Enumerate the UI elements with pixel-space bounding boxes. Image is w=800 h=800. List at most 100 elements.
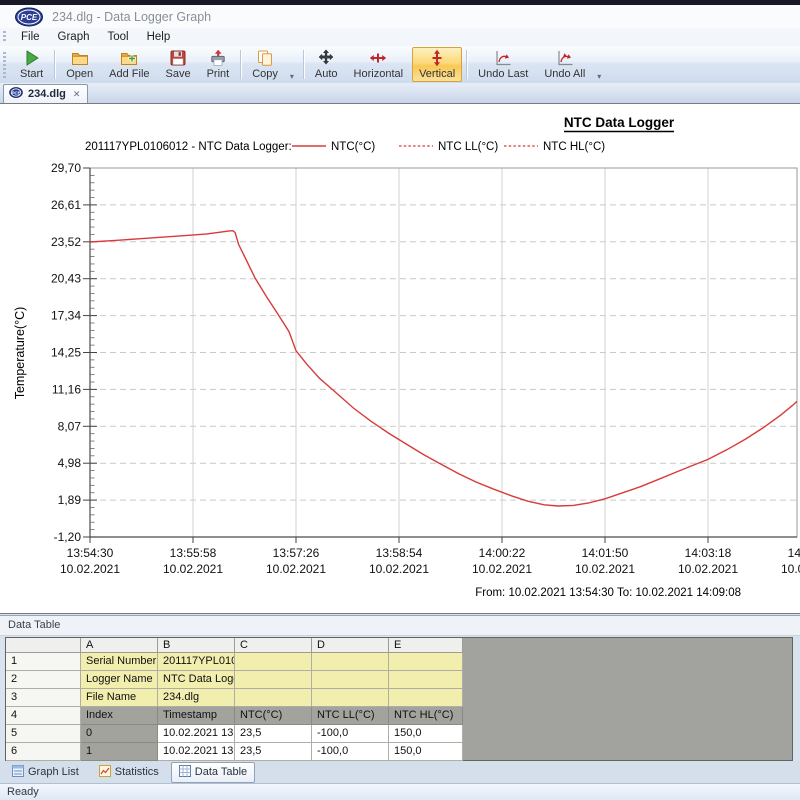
data-table-icon [179, 765, 191, 780]
legend-label-ntc-hl: NTC HL(°C) [543, 141, 605, 153]
auto-zoom-button[interactable]: Auto [308, 47, 345, 82]
table-cell[interactable] [389, 653, 463, 671]
table-cell[interactable]: 150,0 [389, 743, 463, 761]
menu-item-help[interactable]: Help [138, 30, 180, 44]
table-cell[interactable] [312, 689, 389, 707]
chart-range-note: From: 10.02.2021 13:54:30 To: 10.02.2021… [475, 587, 741, 599]
x-tick-time-label: 13:55:58 [170, 546, 217, 560]
svg-text:PCE: PCE [21, 13, 38, 22]
toolbar-separator [54, 50, 55, 79]
table-row: 2Logger NameNTC Data Logger [6, 671, 463, 689]
spreadsheet: ABCDE1Serial Number201117YPL010...2Logge… [5, 637, 464, 762]
document-tab-label: 234.dlg [28, 88, 66, 100]
x-tick-date-label: 10.02.2021 [781, 562, 800, 576]
table-cell[interactable] [235, 671, 312, 689]
menubar-grip [3, 31, 6, 43]
tab-graph-list[interactable]: Graph List [4, 762, 87, 783]
save-button[interactable]: Save [159, 47, 198, 82]
row-number[interactable]: 3 [6, 689, 81, 707]
y-tick-label: 11,16 [52, 382, 81, 396]
toolbar-separator [466, 50, 467, 79]
y-tick-label: 14,25 [51, 346, 81, 360]
chart-ticks: 29,7026,6123,5220,4317,3414,2511,168,074… [51, 161, 800, 576]
table-cell[interactable]: 150,0 [389, 725, 463, 743]
horizontal-zoom-button[interactable]: Horizontal [347, 47, 411, 82]
table-cell[interactable]: Timestamp [158, 707, 235, 725]
table-cell[interactable] [312, 671, 389, 689]
table-cell[interactable]: 1 [81, 743, 158, 761]
row-number[interactable]: 6 [6, 743, 81, 761]
table-cell[interactable]: NTC LL(°C) [312, 707, 389, 725]
chart-grid [90, 168, 797, 537]
document-tab-strip: PCE 234.dlg ✕ [0, 83, 800, 103]
data-table-area: ABCDE1Serial Number201117YPL010...2Logge… [0, 637, 800, 761]
menu-item-graph[interactable]: Graph [49, 30, 99, 44]
auto-arrows-icon [317, 49, 335, 67]
table-cell[interactable] [235, 689, 312, 707]
table-row: 6110.02.2021 13:...23,5-100,0150,0 [6, 743, 463, 761]
table-cell[interactable]: File Name [81, 689, 158, 707]
copy-icon [256, 49, 274, 67]
column-header-E[interactable]: E [389, 638, 463, 653]
toolbar-overflow-chevron[interactable]: ▾ [593, 46, 605, 83]
print-button[interactable]: Print [200, 47, 237, 82]
document-tab-234dlg[interactable]: PCE 234.dlg ✕ [3, 84, 88, 103]
start-button[interactable]: Start [13, 47, 50, 82]
copy-button[interactable]: Copy [245, 47, 285, 82]
x-tick-date-label: 10.02.2021 [60, 562, 120, 576]
table-cell[interactable]: 10.02.2021 13:... [158, 743, 235, 761]
table-cell[interactable] [312, 653, 389, 671]
print-icon [209, 49, 227, 67]
table-cell[interactable]: Serial Number [81, 653, 158, 671]
menu-item-file[interactable]: File [12, 30, 49, 44]
column-header-A[interactable]: A [81, 638, 158, 653]
row-number[interactable]: 5 [6, 725, 81, 743]
table-cell[interactable]: 0 [81, 725, 158, 743]
add-file-button[interactable]: Add File [102, 47, 156, 82]
table-cell[interactable]: 23,5 [235, 743, 312, 761]
toolbar-separator [303, 50, 304, 79]
vertical-zoom-button[interactable]: Vertical [412, 47, 462, 82]
spreadsheet-empty-region [463, 637, 793, 761]
column-header-C[interactable]: C [235, 638, 312, 653]
table-cell[interactable]: NTC(°C) [235, 707, 312, 725]
table-cell[interactable]: Index [81, 707, 158, 725]
table-cell[interactable]: 10.02.2021 13:... [158, 725, 235, 743]
table-cell[interactable]: 234.dlg [158, 689, 235, 707]
ntc-chart[interactable]: 29,7026,6123,5220,4317,3414,2511,168,074… [0, 104, 800, 615]
table-cell[interactable]: -100,0 [312, 725, 389, 743]
table-cell[interactable]: 201117YPL010... [158, 653, 235, 671]
undo-last-button[interactable]: Undo Last [471, 47, 535, 82]
window-title: 234.dlg - Data Logger Graph [52, 10, 211, 24]
column-header-B[interactable]: B [158, 638, 235, 653]
open-button[interactable]: Open [59, 47, 100, 82]
x-tick-date-label: 10.02.2021 [678, 562, 738, 576]
y-tick-label: 4,98 [58, 456, 82, 470]
row-number[interactable]: 1 [6, 653, 81, 671]
undo-all-button[interactable]: Undo All [537, 47, 592, 82]
corner-cell[interactable] [6, 638, 81, 653]
tab-data-table[interactable]: Data Table [171, 762, 255, 783]
table-cell[interactable] [389, 671, 463, 689]
row-number[interactable]: 2 [6, 671, 81, 689]
start-icon [23, 49, 41, 67]
row-number[interactable]: 4 [6, 707, 81, 725]
table-cell[interactable] [235, 653, 312, 671]
toolbar-grip [3, 52, 6, 78]
graph-list-icon [12, 765, 24, 780]
table-cell[interactable]: NTC HL(°C) [389, 707, 463, 725]
menu-item-tool[interactable]: Tool [99, 30, 138, 44]
table-cell[interactable]: Logger Name [81, 671, 158, 689]
table-cell[interactable]: NTC Data Logger [158, 671, 235, 689]
column-header-D[interactable]: D [312, 638, 389, 653]
table-cell[interactable] [389, 689, 463, 707]
toolbar-overflow-chevron[interactable]: ▾ [286, 46, 298, 83]
tab-statistics[interactable]: Statistics [91, 762, 167, 783]
x-tick-date-label: 10.02.2021 [266, 562, 326, 576]
tab-close-icon[interactable]: ✕ [73, 89, 81, 100]
legend-series-label: 201117YPL0106012 - NTC Data Logger: [85, 141, 292, 153]
table-row: 5010.02.2021 13:...23,5-100,0150,0 [6, 725, 463, 743]
table-cell[interactable]: -100,0 [312, 743, 389, 761]
table-cell[interactable]: 23,5 [235, 725, 312, 743]
x-tick-date-label: 10.02.2021 [163, 562, 223, 576]
